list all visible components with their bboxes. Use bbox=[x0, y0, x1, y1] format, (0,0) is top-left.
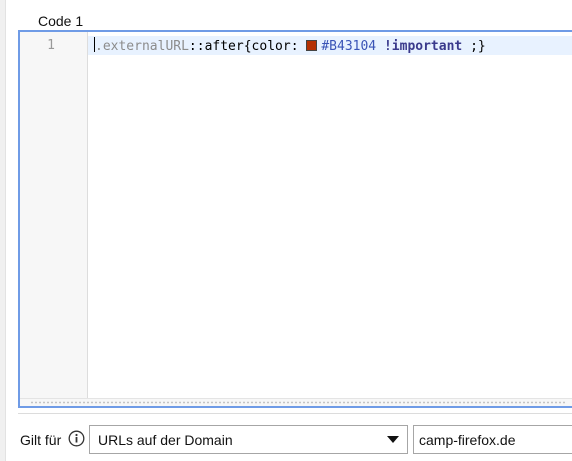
css-open-brace: { bbox=[243, 39, 252, 54]
css-colon: : bbox=[290, 39, 307, 54]
code-line[interactable]: .externalURL::after{color: #B43104 !impo… bbox=[94, 37, 486, 56]
css-close: ;} bbox=[462, 39, 486, 54]
css-pseudo-element: after bbox=[204, 39, 244, 54]
chevron-down-icon bbox=[387, 436, 399, 443]
grip-dots bbox=[30, 401, 566, 404]
scope-select[interactable]: URLs auf der Domain bbox=[89, 425, 408, 454]
line-number: 1 bbox=[47, 38, 55, 53]
css-selector-class: .externalURL bbox=[95, 39, 189, 54]
color-swatch-icon[interactable] bbox=[306, 40, 318, 51]
section-divider bbox=[18, 413, 572, 414]
scope-select-value: URLs auf der Domain bbox=[98, 432, 233, 448]
code-section-title: Code 1 bbox=[38, 13, 84, 29]
domain-input[interactable] bbox=[413, 425, 572, 454]
css-pseudo-colons: :: bbox=[188, 39, 205, 54]
css-color-value: #B43104 bbox=[321, 39, 377, 54]
info-icon[interactable] bbox=[68, 430, 85, 447]
code-editor[interactable]: 1 .externalURL::after{color: #B43104 !im… bbox=[18, 30, 572, 408]
css-property: color bbox=[251, 39, 291, 54]
custom-css-rule-panel: Code 1 1 .externalURL::after{color: #B43… bbox=[0, 0, 572, 461]
editor-resize-handle[interactable] bbox=[20, 398, 572, 406]
applies-to-label: Gilt für bbox=[20, 432, 62, 448]
left-border-strip bbox=[0, 0, 6, 461]
line-number-gutter bbox=[20, 32, 88, 406]
css-important-keyword: !important bbox=[383, 39, 463, 54]
